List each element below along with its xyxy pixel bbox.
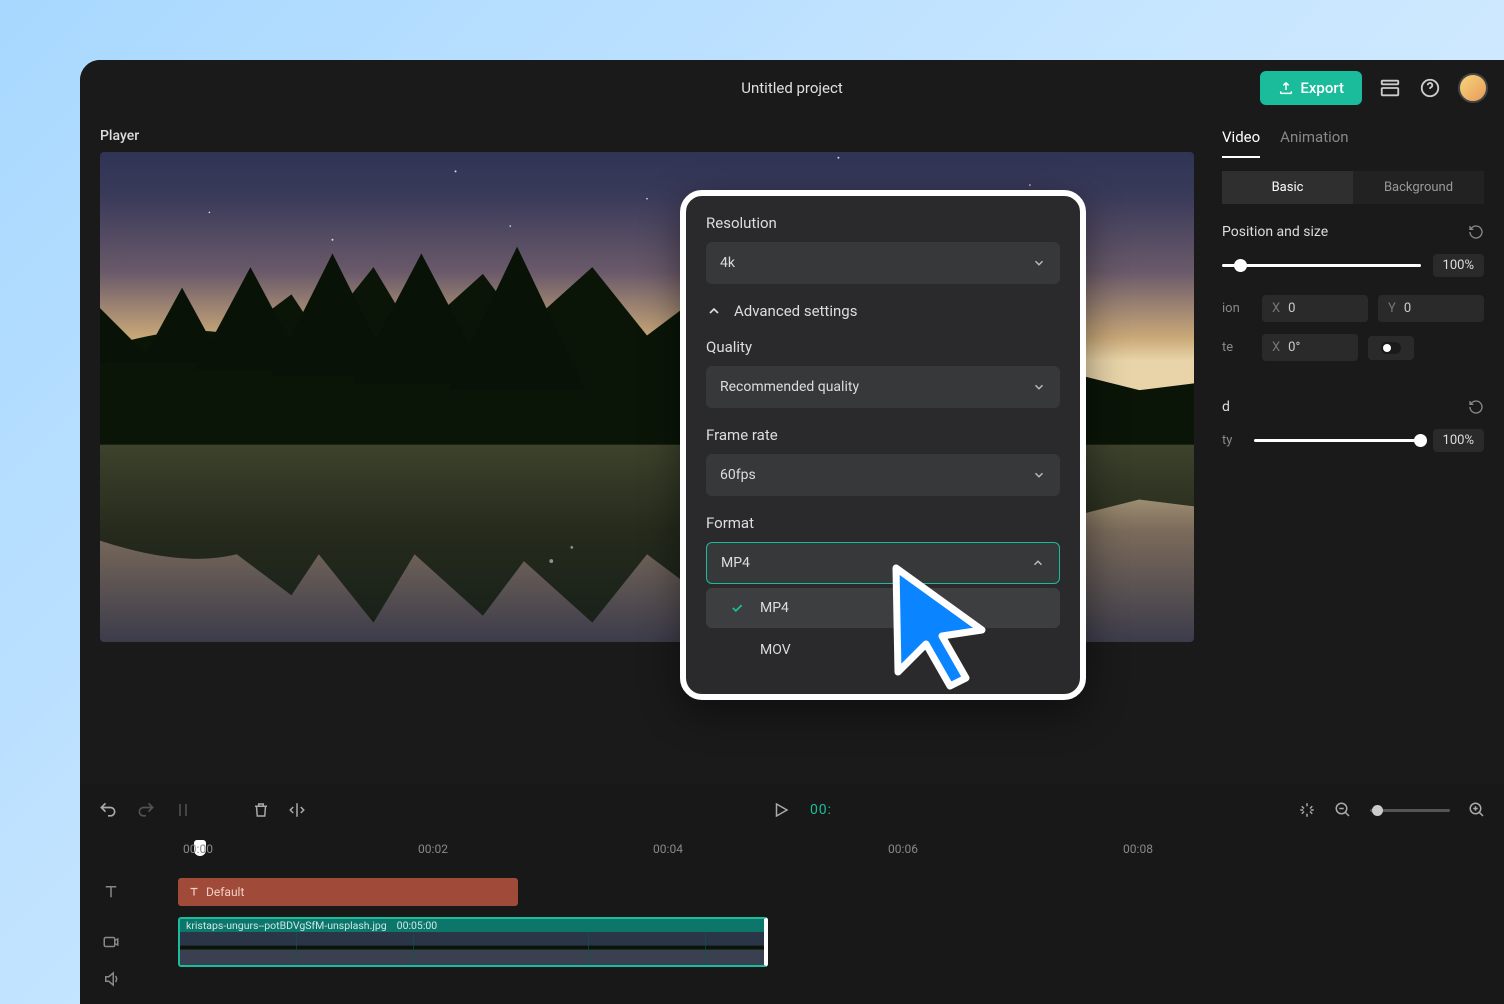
redo-icon[interactable]: [136, 800, 156, 820]
resolution-select[interactable]: 4k: [706, 242, 1060, 284]
subtab-basic[interactable]: Basic: [1222, 171, 1353, 204]
clip-filename: kristaps-ungurs--potBDVgSfM-unsplash.jpg: [186, 919, 387, 932]
chevron-down-icon: [1032, 256, 1046, 270]
mirror-icon[interactable]: [288, 801, 306, 819]
delete-icon[interactable]: [252, 801, 270, 819]
split-icon[interactable]: [174, 801, 192, 819]
export-label: Export: [1300, 79, 1344, 97]
avatar[interactable]: [1458, 73, 1488, 103]
chevron-up-icon: [706, 303, 722, 319]
chevron-down-icon: [1032, 380, 1046, 394]
scale-value[interactable]: 100%: [1433, 254, 1484, 277]
rotate-toggle[interactable]: [1368, 336, 1414, 360]
help-icon[interactable]: [1418, 76, 1442, 100]
tab-video[interactable]: Video: [1222, 128, 1260, 158]
format-option-mp4[interactable]: MP4: [706, 588, 1060, 628]
play-icon[interactable]: [772, 801, 790, 819]
panel-subtabs: Basic Background: [1222, 171, 1484, 204]
export-settings-popover: Resolution 4k Advanced settings Quality …: [680, 190, 1086, 700]
export-button[interactable]: Export: [1260, 71, 1362, 105]
rotate-row: te X0°: [1222, 334, 1484, 361]
export-popover-wrap: Resolution 4k Advanced settings Quality …: [680, 190, 1086, 700]
upload-icon: [1278, 80, 1294, 96]
position-x-input[interactable]: X0: [1262, 295, 1368, 322]
undo-icon[interactable]: [98, 800, 118, 820]
position-y-input[interactable]: Y0: [1378, 295, 1484, 322]
framerate-label: Frame rate: [706, 426, 1060, 444]
rotate-label-partial: te: [1222, 340, 1252, 355]
opacity-slider-row: ty 100%: [1222, 429, 1484, 452]
video-track: kristaps-ungurs--potBDVgSfM-unsplash.jpg…: [98, 916, 1486, 968]
format-options: MP4 MOV: [706, 588, 1060, 670]
timecode: 00:: [810, 802, 832, 818]
player-label: Player: [100, 128, 1194, 144]
reset-icon[interactable]: [1468, 399, 1484, 415]
timeline-ruler[interactable]: 00:00 00:02 00:04 00:06 00:08: [98, 842, 1486, 872]
zoom-in-icon[interactable]: [1468, 801, 1486, 819]
tracks: Default kristaps-ungurs--potBDVgSfM-unsp…: [98, 876, 1486, 990]
framerate-select[interactable]: 60fps: [706, 454, 1060, 496]
subtab-background[interactable]: Background: [1353, 171, 1484, 204]
chevron-up-icon: [1031, 556, 1045, 570]
audio-track-icon[interactable]: [98, 970, 168, 988]
timeline-toolbar: 00:: [98, 792, 1486, 828]
adjust-icon[interactable]: [1298, 801, 1316, 819]
format-label: Format: [706, 514, 1060, 532]
check-icon: [730, 601, 746, 615]
properties-panel: Video Animation Basic Background Positio…: [1214, 116, 1504, 784]
clip-duration: 00:05:00: [397, 919, 438, 932]
video-track-icon[interactable]: [98, 933, 168, 951]
zoom-out-icon[interactable]: [1334, 801, 1352, 819]
quality-label: Quality: [706, 338, 1060, 356]
rotate-x-input[interactable]: X0°: [1262, 334, 1358, 361]
text-track-icon[interactable]: [98, 883, 168, 901]
video-clip[interactable]: kristaps-ungurs--potBDVgSfM-unsplash.jpg…: [178, 917, 768, 967]
advanced-settings-toggle[interactable]: Advanced settings: [706, 302, 1060, 320]
scale-slider-row: 100%: [1222, 254, 1484, 277]
quality-select[interactable]: Recommended quality: [706, 366, 1060, 408]
chevron-down-icon: [1032, 468, 1046, 482]
text-clip[interactable]: Default: [178, 878, 518, 906]
tab-animation[interactable]: Animation: [1280, 128, 1348, 158]
opacity-slider[interactable]: [1254, 439, 1421, 442]
timeline-panel: 00: 00:00 00:02 00:04 00:06 00:08: [80, 784, 1504, 1004]
blend-heading: d: [1222, 399, 1484, 415]
timeline[interactable]: 00:00 00:02 00:04 00:06 00:08 Default: [98, 842, 1486, 990]
opacity-value[interactable]: 100%: [1433, 429, 1484, 452]
resolution-label: Resolution: [706, 214, 1060, 232]
cursor-icon: [884, 560, 994, 690]
clip-thumbnails: [180, 932, 764, 965]
zoom-slider[interactable]: [1370, 809, 1450, 812]
scale-slider[interactable]: [1222, 264, 1421, 267]
format-select[interactable]: MP4: [706, 542, 1060, 584]
titlebar: Untitled project Export: [80, 60, 1504, 116]
audio-track: [98, 968, 1486, 990]
opacity-label-partial: ty: [1222, 433, 1242, 448]
text-track: Default: [98, 876, 1486, 908]
layout-icon[interactable]: [1378, 76, 1402, 100]
format-option-mov[interactable]: MOV: [706, 630, 1060, 670]
project-title: Untitled project: [741, 79, 842, 97]
position-row: ion X0 Y0: [1222, 295, 1484, 322]
position-size-heading: Position and size: [1222, 224, 1484, 240]
position-label-partial: ion: [1222, 301, 1252, 316]
titlebar-actions: Export: [1260, 71, 1488, 105]
panel-tabs: Video Animation: [1222, 128, 1484, 159]
clip-header: kristaps-ungurs--potBDVgSfM-unsplash.jpg…: [180, 919, 764, 932]
reset-icon[interactable]: [1468, 224, 1484, 240]
text-clip-icon: [188, 886, 200, 898]
